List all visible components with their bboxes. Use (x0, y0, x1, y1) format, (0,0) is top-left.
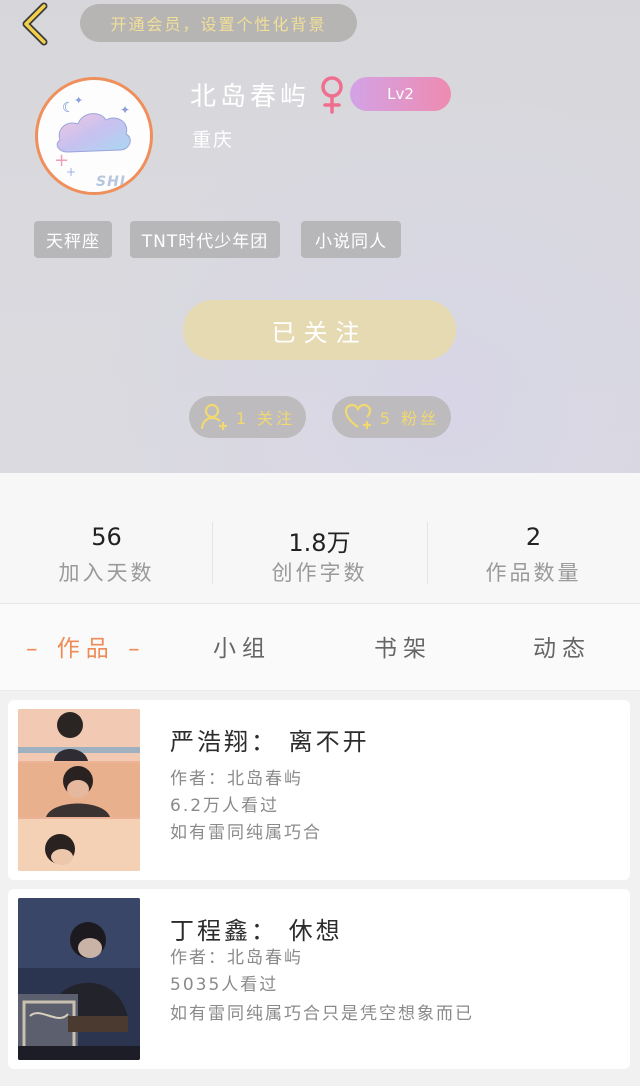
tag-item[interactable]: 小说同人 (301, 221, 401, 258)
stat-work-count: 2 作品数量 (427, 473, 640, 603)
stat-value: 1.8万 (288, 529, 351, 557)
svg-text:✦: ✦ (74, 94, 83, 107)
avatar[interactable]: ☾ ✦ ✦ + + SHI (35, 77, 153, 195)
stat-label: 加入天数 (58, 561, 155, 585)
work-title: 严浩翔： 离不开 (170, 728, 370, 756)
stat-word-count: 1.8万 创作字数 (213, 473, 426, 603)
user-plus-icon (200, 403, 227, 430)
level-badge: Lv2 (350, 77, 451, 111)
work-views: 5035人看过 (170, 975, 279, 995)
cloud-avatar-image: ☾ ✦ ✦ + + (54, 94, 131, 179)
works-list: 严浩翔： 离不开 作者：北岛春屿 6.2万人看过 如有雷同纯属巧合 丁程鑫： 休… (0, 691, 640, 1086)
stat-label: 作品数量 (485, 561, 582, 585)
stat-label: 创作字数 (271, 561, 368, 585)
tag-item[interactable]: 天秤座 (34, 221, 112, 258)
chevron-left-icon (22, 2, 48, 46)
following-button[interactable]: 1 关注 (189, 396, 306, 438)
tab-bookshelf[interactable]: 书架 (374, 626, 432, 666)
fans-count: 5 粉丝 (379, 409, 440, 428)
profile-header: 开通会员，设置个性化背景 ☾ ✦ ✦ + + SHI 北岛春屿 Lv2 重庆 天… (0, 0, 640, 473)
divider (212, 522, 213, 584)
work-author: 作者：北岛春屿 (170, 948, 303, 968)
tag-item[interactable]: TNT时代少年团 (130, 221, 280, 258)
work-author: 作者：北岛春屿 (170, 769, 303, 789)
tab-activity[interactable]: 动态 (533, 626, 591, 666)
stats-bar: 56 加入天数 1.8万 创作字数 2 作品数量 (0, 473, 640, 604)
svg-text:✦: ✦ (120, 103, 130, 117)
tab-groups[interactable]: 小组 (213, 626, 271, 666)
work-description: 如有雷同纯属巧合只是凭空想象而已 (170, 1004, 474, 1024)
stat-joined-days: 56 加入天数 (0, 473, 213, 603)
fans-button[interactable]: 5 粉丝 (332, 396, 451, 438)
work-cover-image (18, 898, 140, 1060)
stat-value: 2 (525, 523, 542, 551)
vip-background-banner[interactable]: 开通会员，设置个性化背景 (80, 4, 357, 42)
work-views: 6.2万人看过 (170, 796, 280, 816)
tab-works[interactable]: – 作品 – (26, 626, 146, 666)
work-card[interactable]: 严浩翔： 离不开 作者：北岛春屿 6.2万人看过 如有雷同纯属巧合 (8, 700, 630, 880)
followed-button[interactable]: 已关注 (183, 300, 456, 360)
avatar-text: SHI (96, 174, 127, 190)
work-description: 如有雷同纯属巧合 (170, 823, 322, 843)
svg-text:☾: ☾ (62, 100, 75, 116)
location: 重庆 (192, 129, 235, 151)
username: 北岛春屿 (190, 82, 311, 112)
work-card[interactable]: 丁程鑫： 休想 作者：北岛春屿 5035人看过 如有雷同纯属巧合只是凭空想象而已 (8, 889, 630, 1069)
back-button[interactable] (14, 2, 54, 46)
following-count: 1 关注 (235, 409, 296, 428)
work-cover-image (18, 709, 140, 871)
tab-bar: – 作品 – 小组 书架 动态 (0, 604, 640, 691)
svg-text:+: + (66, 165, 76, 179)
stat-value: 56 (91, 523, 122, 551)
female-icon (321, 76, 343, 114)
heart-plus-icon (344, 403, 371, 429)
work-title: 丁程鑫： 休想 (170, 917, 343, 945)
divider (427, 522, 428, 584)
